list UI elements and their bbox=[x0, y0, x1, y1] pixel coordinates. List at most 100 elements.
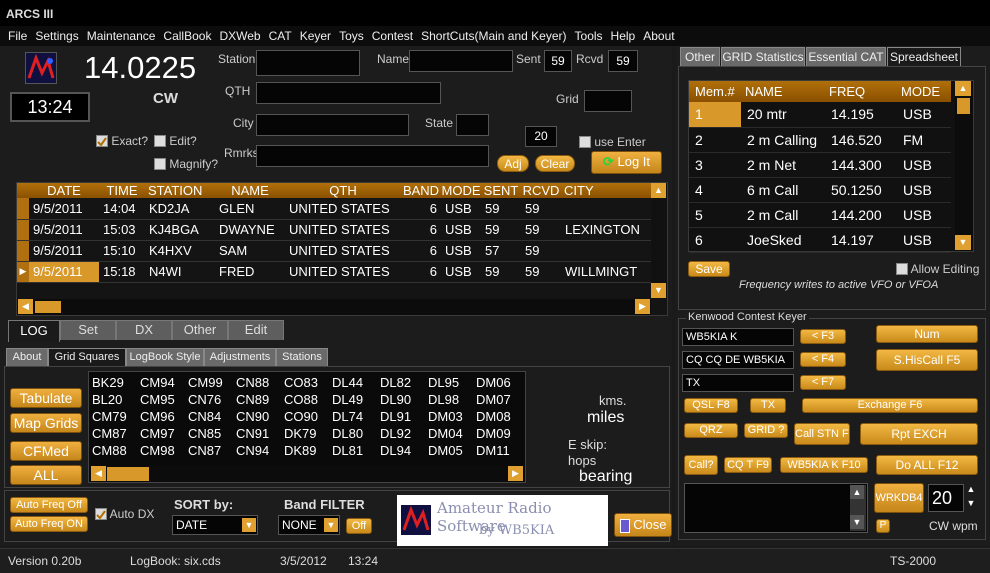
rtab-grid-statistics[interactable]: GRID Statistics bbox=[721, 47, 805, 66]
col-station[interactable]: STATION bbox=[145, 183, 215, 198]
grid-square[interactable]: DK79 bbox=[283, 425, 331, 442]
tab-set[interactable]: Set bbox=[60, 320, 116, 340]
grid-square[interactable]: CN88 bbox=[235, 374, 283, 391]
grid-square[interactable]: CM88 bbox=[91, 442, 139, 459]
exchange-button[interactable]: Exchange F6 bbox=[802, 398, 978, 413]
rcvd-input[interactable]: 59 bbox=[608, 50, 638, 72]
grid-square[interactable]: DL98 bbox=[427, 391, 475, 408]
exact-checkbox[interactable]: Exact? bbox=[96, 133, 148, 148]
table-row[interactable]: 4 6 m Call 50.1250 USB bbox=[689, 177, 951, 202]
close-button[interactable]: Close bbox=[614, 513, 672, 537]
grid-square[interactable]: DL95 bbox=[427, 374, 475, 391]
grid-square[interactable]: DL92 bbox=[379, 425, 427, 442]
hscroll-thumb[interactable] bbox=[35, 301, 61, 313]
wpm-up-icon[interactable]: ▲ bbox=[964, 484, 978, 498]
wpm-stepper[interactable]: ▲ ▼ bbox=[964, 484, 978, 512]
col-mode[interactable]: MODE bbox=[897, 81, 951, 102]
table-row[interactable]: 9/5/2011 15:03 KJ4BGA DWAYNE UNITED STATES 6 U… bbox=[17, 219, 651, 240]
grid-square[interactable]: CN76 bbox=[187, 391, 235, 408]
mem-scroll-up-icon[interactable]: ▲ bbox=[955, 81, 971, 96]
adj-button[interactable]: Adj bbox=[497, 155, 529, 172]
remarks-input[interactable] bbox=[256, 145, 489, 167]
col-time[interactable]: TIME bbox=[99, 183, 145, 198]
auto-freq-off-button[interactable]: Auto Freq Off bbox=[10, 497, 88, 513]
col-freq[interactable]: FREQ bbox=[825, 81, 897, 102]
grid-square[interactable]: CN85 bbox=[187, 425, 235, 442]
grid-square[interactable]: DL44 bbox=[331, 374, 379, 391]
menu-file[interactable]: File bbox=[4, 28, 31, 44]
qrz-button[interactable]: QRZ bbox=[684, 423, 738, 438]
grid-square[interactable]: CO90 bbox=[283, 408, 331, 425]
wb5kia-k-button[interactable]: WB5KIA K F10 bbox=[780, 457, 868, 473]
grid-square[interactable]: DM05 bbox=[427, 442, 475, 459]
col-qth[interactable]: QTH bbox=[285, 183, 401, 198]
log-hscroll[interactable]: ◀ ▶ bbox=[17, 299, 651, 315]
col-band[interactable]: BAND bbox=[401, 183, 441, 198]
shiscall-button[interactable]: S.HisCall F5 bbox=[876, 349, 978, 371]
grid-square[interactable]: CN84 bbox=[187, 408, 235, 425]
rpt-exch-button[interactable]: Rpt EXCH bbox=[860, 423, 978, 445]
rtab-essential-cat[interactable]: Essential CAT bbox=[806, 47, 886, 66]
cfmed-button[interactable]: CFMed bbox=[10, 441, 82, 461]
menu-about[interactable]: About bbox=[639, 28, 678, 44]
grid-square[interactable]: CN90 bbox=[235, 408, 283, 425]
menu-toys[interactable]: Toys bbox=[335, 28, 368, 44]
grid-hscroll[interactable]: ◀ ▶ bbox=[91, 466, 523, 482]
table-row[interactable]: 6 JoeSked 14.197 USB bbox=[689, 227, 951, 252]
grid-square[interactable]: CM97 bbox=[139, 425, 187, 442]
clear-button[interactable]: Clear bbox=[535, 155, 575, 172]
use-enter-checkbox[interactable]: use Enter bbox=[579, 134, 646, 149]
menu-tools[interactable]: Tools bbox=[571, 28, 607, 44]
table-row[interactable]: 2 2 m Calling 146.520 FM bbox=[689, 127, 951, 152]
menu-help[interactable]: Help bbox=[607, 28, 640, 44]
p-button[interactable]: P bbox=[876, 519, 890, 533]
table-row[interactable]: 1 20 mtr 14.195 USB bbox=[689, 102, 951, 127]
do-all-button[interactable]: Do ALL F12 bbox=[876, 455, 978, 475]
grid-square[interactable]: DM07 bbox=[475, 391, 523, 408]
wpm-input[interactable]: 20 bbox=[928, 484, 964, 512]
col-mem-name[interactable]: NAME bbox=[741, 81, 825, 102]
tab-edit[interactable]: Edit bbox=[228, 320, 284, 340]
grid-square[interactable]: CN91 bbox=[235, 425, 283, 442]
menu-maintenance[interactable]: Maintenance bbox=[83, 28, 160, 44]
grid-query-button[interactable]: GRID ? bbox=[744, 423, 788, 438]
menu-shortcuts[interactable]: ShortCuts(Main and Keyer) bbox=[417, 28, 570, 44]
state-input[interactable] bbox=[456, 114, 489, 136]
cq-t-button[interactable]: CQ T F9 bbox=[724, 457, 772, 473]
grid-square[interactable]: DL49 bbox=[331, 391, 379, 408]
subtab-about[interactable]: About bbox=[6, 348, 48, 366]
keyer-textarea[interactable] bbox=[684, 483, 868, 533]
grid-square[interactable]: CN94 bbox=[235, 442, 283, 459]
f3-button[interactable]: < F3 bbox=[800, 329, 846, 344]
tab-log[interactable]: LOG bbox=[8, 320, 60, 342]
grid-square[interactable]: DK89 bbox=[283, 442, 331, 459]
band-select[interactable]: NONE ▼ bbox=[278, 515, 340, 535]
grid-square[interactable]: DL90 bbox=[379, 391, 427, 408]
tab-other[interactable]: Other bbox=[172, 320, 228, 340]
grid-square[interactable]: DM06 bbox=[475, 374, 523, 391]
table-row[interactable]: 9/5/2011 14:04 KD2JA GLEN UNITED STATES 6 USB 5… bbox=[17, 198, 651, 219]
city-input[interactable] bbox=[256, 114, 409, 136]
subtab-adjustments[interactable]: Adjustments bbox=[204, 348, 276, 366]
col-city[interactable]: CITY bbox=[561, 183, 653, 198]
mem-scroll-down-icon[interactable]: ▼ bbox=[955, 235, 971, 250]
log-vscroll[interactable]: ▲ ▼ bbox=[651, 183, 667, 299]
subtab-grid-squares[interactable]: Grid Squares bbox=[48, 348, 126, 366]
grid-square[interactable]: DM04 bbox=[427, 425, 475, 442]
num-button[interactable]: Num bbox=[876, 325, 978, 343]
grid-square[interactable]: CM96 bbox=[139, 408, 187, 425]
grid-square[interactable]: CM79 bbox=[91, 408, 139, 425]
allow-editing-checkbox[interactable]: Allow Editing bbox=[896, 261, 979, 276]
scroll-right-icon[interactable]: ▶ bbox=[635, 299, 650, 314]
keyer-scroll-up-icon[interactable]: ▲ bbox=[850, 485, 864, 499]
grid-square[interactable]: DL91 bbox=[379, 408, 427, 425]
col-mem[interactable]: Mem.# bbox=[689, 81, 741, 102]
log-it-button[interactable]: ⟳ Log It bbox=[591, 151, 662, 174]
qth-input[interactable] bbox=[256, 82, 441, 104]
rtab-spreadsheet[interactable]: Spreadsheet bbox=[887, 47, 961, 66]
sort-dropdown-icon[interactable]: ▼ bbox=[242, 518, 256, 532]
sort-select[interactable]: DATE ▼ bbox=[172, 515, 258, 535]
call-stn-button[interactable]: Call STN F11 bbox=[794, 423, 850, 445]
grid-square[interactable]: DM09 bbox=[475, 425, 523, 442]
subtab-stations[interactable]: Stations bbox=[276, 348, 328, 366]
